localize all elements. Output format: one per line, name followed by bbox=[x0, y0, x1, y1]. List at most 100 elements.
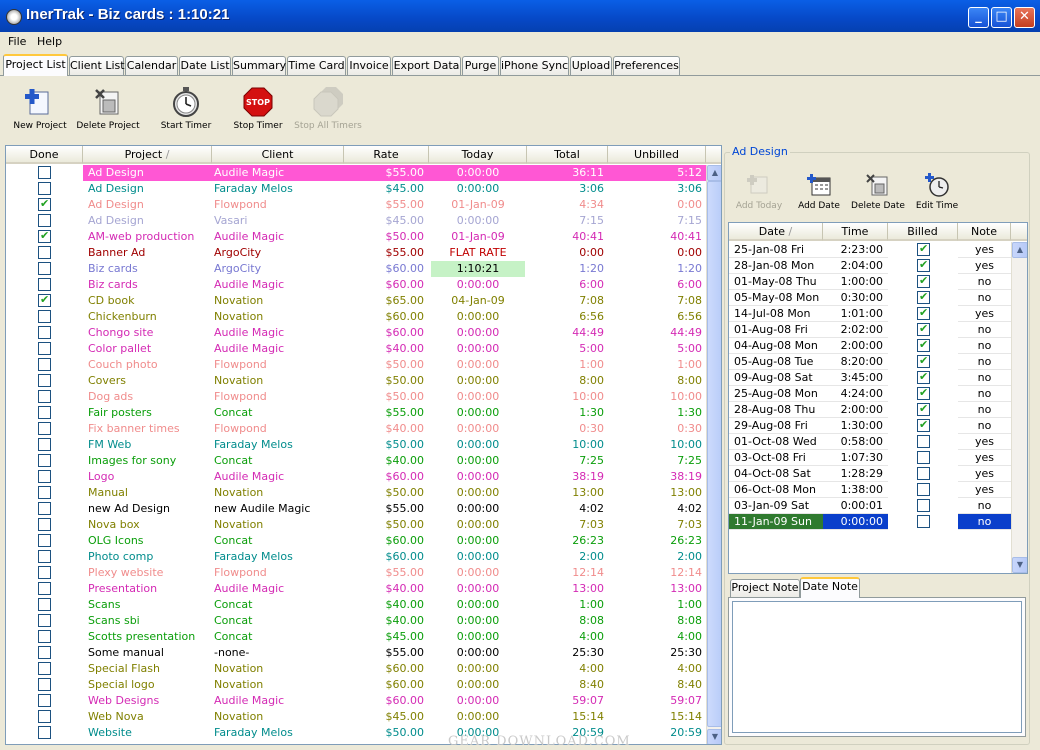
done-checkbox[interactable] bbox=[38, 726, 51, 739]
billed-checkbox[interactable] bbox=[917, 418, 930, 433]
date-row[interactable]: 09-Aug-08 Sat 3:45:00 no bbox=[729, 370, 1011, 386]
date-row[interactable]: 28-Jan-08 Mon 2:04:00 yes bbox=[729, 258, 1011, 274]
date-row[interactable]: 04-Oct-08 Sat 1:28:29 yes bbox=[729, 466, 1011, 482]
billed-checkbox[interactable] bbox=[917, 499, 930, 512]
column-header-total[interactable]: Total bbox=[527, 146, 608, 164]
date-row[interactable]: 14-Jul-08 Mon 1:01:00 yes bbox=[729, 306, 1011, 322]
date-row[interactable]: 01-Oct-08 Wed 0:58:00 yes bbox=[729, 434, 1011, 450]
menu-file[interactable]: File bbox=[8, 35, 26, 48]
done-checkbox[interactable] bbox=[38, 678, 51, 691]
done-checkbox[interactable] bbox=[38, 710, 51, 723]
column-header-client[interactable]: Client bbox=[212, 146, 344, 164]
start-timer-button[interactable]: Start Timer bbox=[151, 86, 221, 131]
billed-checkbox[interactable] bbox=[917, 435, 930, 448]
done-checkbox[interactable] bbox=[38, 326, 51, 339]
project-table-scrollbar[interactable]: ▲ ▼ bbox=[706, 165, 721, 744]
table-row[interactable]: CD book Novation $65.00 04-Jan-09 7:08 7:08 bbox=[6, 293, 706, 309]
table-row[interactable]: Images for sony Concat $40.00 0:00:00 7:25 7:… bbox=[6, 453, 706, 469]
done-checkbox[interactable] bbox=[38, 278, 51, 291]
table-row[interactable]: Fair posters Concat $55.00 0:00:00 1:30 1:30 bbox=[6, 405, 706, 421]
done-checkbox[interactable] bbox=[38, 598, 51, 611]
table-row[interactable]: Plexy website Flowpond $55.00 0:00:00 12:14 1… bbox=[6, 565, 706, 581]
table-row[interactable]: Photo comp Faraday Melos $60.00 0:00:00 2:00… bbox=[6, 549, 706, 565]
date-row[interactable]: 04-Aug-08 Mon 2:00:00 no bbox=[729, 338, 1011, 354]
minimize-button[interactable]: _ bbox=[968, 7, 989, 28]
done-checkbox[interactable] bbox=[38, 374, 51, 387]
table-row[interactable]: AM-web production Audile Magic $50.00 01-Ja… bbox=[6, 229, 706, 245]
tab-project-list[interactable]: Project List bbox=[3, 54, 68, 76]
done-checkbox[interactable] bbox=[38, 246, 51, 259]
scroll-down-button[interactable]: ▼ bbox=[707, 729, 721, 744]
billed-checkbox[interactable] bbox=[917, 274, 930, 289]
done-checkbox[interactable] bbox=[38, 662, 51, 675]
done-checkbox[interactable] bbox=[38, 229, 51, 244]
edit-time-button[interactable]: Edit Time bbox=[902, 172, 972, 211]
date-scroll-up-button[interactable]: ▲ bbox=[1012, 242, 1027, 258]
tab-preferences[interactable]: Preferences bbox=[613, 56, 680, 75]
done-checkbox[interactable] bbox=[38, 694, 51, 707]
billed-checkbox[interactable] bbox=[917, 451, 930, 464]
done-checkbox[interactable] bbox=[38, 550, 51, 563]
done-checkbox[interactable] bbox=[38, 293, 51, 308]
title-bar[interactable]: InerTrak - Biz cards : 1:10:21 _ □ ✕ bbox=[0, 0, 1040, 32]
done-checkbox[interactable] bbox=[38, 486, 51, 499]
date-scroll-down-button[interactable]: ▼ bbox=[1012, 557, 1027, 573]
delete-project-button[interactable]: Delete Project bbox=[73, 86, 143, 131]
column-header-today[interactable]: Today bbox=[429, 146, 527, 164]
column-header-date[interactable]: Date / bbox=[729, 223, 823, 241]
done-checkbox[interactable] bbox=[38, 406, 51, 419]
table-row[interactable]: FM Web Faraday Melos $50.00 0:00:00 10:00 10:… bbox=[6, 437, 706, 453]
table-row[interactable]: Ad Design Audile Magic $55.00 0:00:00 36:11 5… bbox=[6, 165, 706, 181]
done-checkbox[interactable] bbox=[38, 614, 51, 627]
table-row[interactable]: Chongo site Audile Magic $60.00 0:00:00 44:4… bbox=[6, 325, 706, 341]
tab-date-list[interactable]: Date List bbox=[179, 56, 231, 75]
done-checkbox[interactable] bbox=[38, 646, 51, 659]
tab-iphone-sync[interactable]: iPhone Sync bbox=[500, 56, 569, 75]
stop-timer-button[interactable]: STOP Stop Timer bbox=[223, 86, 293, 131]
column-header-project[interactable]: Project / bbox=[83, 146, 212, 164]
done-checkbox[interactable] bbox=[38, 470, 51, 483]
date-row[interactable]: 11-Jan-09 Sun 0:00:00 no bbox=[729, 514, 1011, 530]
billed-checkbox[interactable] bbox=[917, 467, 930, 480]
date-table-scrollbar[interactable]: ▲ ▼ bbox=[1011, 242, 1027, 573]
done-checkbox[interactable] bbox=[38, 166, 51, 179]
table-row[interactable]: OLG Icons Concat $60.00 0:00:00 26:23 26:23 bbox=[6, 533, 706, 549]
note-textarea[interactable] bbox=[732, 601, 1022, 733]
done-checkbox[interactable] bbox=[38, 630, 51, 643]
billed-checkbox[interactable] bbox=[917, 483, 930, 496]
table-row[interactable]: Scotts presentation Concat $45.00 0:00:00 4:… bbox=[6, 629, 706, 645]
billed-checkbox[interactable] bbox=[917, 322, 930, 337]
done-checkbox[interactable] bbox=[38, 182, 51, 195]
done-checkbox[interactable] bbox=[38, 214, 51, 227]
date-row[interactable]: 01-May-08 Thu 1:00:00 no bbox=[729, 274, 1011, 290]
table-row[interactable]: Banner Ad ArgoCity $55.00 FLAT RATE 0:00 0:00 bbox=[6, 245, 706, 261]
done-checkbox[interactable] bbox=[38, 197, 51, 212]
table-row[interactable]: new Ad Design new Audile Magic $55.00 0:00:… bbox=[6, 501, 706, 517]
date-row[interactable]: 03-Jan-09 Sat 0:00:01 no bbox=[729, 498, 1011, 514]
table-row[interactable]: Presentation Audile Magic $40.00 0:00:00 13:… bbox=[6, 581, 706, 597]
done-checkbox[interactable] bbox=[38, 262, 51, 275]
done-checkbox[interactable] bbox=[38, 518, 51, 531]
date-row[interactable]: 01-Aug-08 Fri 2:02:00 no bbox=[729, 322, 1011, 338]
table-row[interactable]: Chickenburn Novation $60.00 0:00:00 6:56 6:56 bbox=[6, 309, 706, 325]
close-button[interactable]: ✕ bbox=[1014, 7, 1035, 28]
table-row[interactable]: Nova box Novation $50.00 0:00:00 7:03 7:03 bbox=[6, 517, 706, 533]
table-row[interactable]: Ad Design Faraday Melos $45.00 0:00:00 3:06 3… bbox=[6, 181, 706, 197]
maximize-button[interactable]: □ bbox=[991, 7, 1012, 28]
table-row[interactable]: Couch photo Flowpond $50.00 0:00:00 1:00 1:00 bbox=[6, 357, 706, 373]
done-checkbox[interactable] bbox=[38, 566, 51, 579]
column-header-rate[interactable]: Rate bbox=[344, 146, 429, 164]
scroll-up-button[interactable]: ▲ bbox=[707, 165, 721, 181]
done-checkbox[interactable] bbox=[38, 358, 51, 371]
date-row[interactable]: 05-May-08 Mon 0:30:00 no bbox=[729, 290, 1011, 306]
date-row[interactable]: 03-Oct-08 Fri 1:07:30 yes bbox=[729, 450, 1011, 466]
column-header-done[interactable]: Done bbox=[6, 146, 83, 164]
billed-checkbox[interactable] bbox=[917, 338, 930, 353]
column-header-note[interactable]: Note bbox=[958, 223, 1011, 241]
column-header-billed[interactable]: Billed bbox=[888, 223, 958, 241]
menu-help[interactable]: Help bbox=[37, 35, 62, 48]
billed-checkbox[interactable] bbox=[917, 354, 930, 369]
table-row[interactable]: Ad Design Vasari $45.00 0:00:00 7:15 7:15 bbox=[6, 213, 706, 229]
table-row[interactable]: Fix banner times Flowpond $40.00 0:00:00 0:3… bbox=[6, 421, 706, 437]
billed-checkbox[interactable] bbox=[917, 370, 930, 385]
